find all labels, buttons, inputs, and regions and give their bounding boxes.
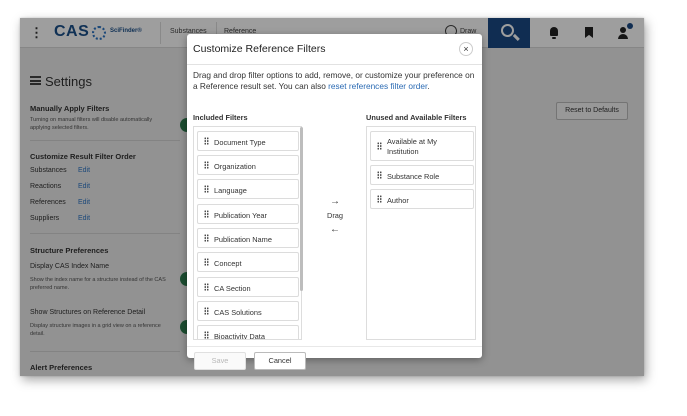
filter-item[interactable]: Language bbox=[197, 179, 299, 199]
filter-item[interactable]: Substance Role bbox=[370, 165, 474, 185]
filter-item[interactable]: Publication Name bbox=[197, 228, 299, 248]
drag-controls: → Drag ← bbox=[313, 196, 357, 236]
included-filters-list[interactable]: Document Type Organization Language Publ… bbox=[193, 126, 302, 340]
drag-handle-icon[interactable] bbox=[204, 307, 209, 315]
filter-item[interactable]: Available at My Institution bbox=[370, 131, 474, 161]
drag-handle-icon[interactable] bbox=[204, 185, 209, 193]
filter-item[interactable]: Author bbox=[370, 189, 474, 209]
app-window: ⋮ CAS SciFinder® Substances Reference Dr… bbox=[20, 18, 644, 376]
divider bbox=[187, 346, 482, 347]
reset-filter-order-link[interactable]: reset references filter order bbox=[328, 81, 427, 91]
drag-handle-icon[interactable] bbox=[204, 234, 209, 242]
cancel-button[interactable]: Cancel bbox=[254, 352, 306, 370]
drag-handle-icon[interactable] bbox=[204, 210, 209, 218]
included-list-scrollbar[interactable] bbox=[300, 127, 303, 291]
dialog-description: Drag and drop filter options to add, rem… bbox=[193, 70, 475, 91]
filter-item[interactable]: CAS Solutions bbox=[197, 301, 299, 321]
drag-handle-icon[interactable] bbox=[377, 195, 382, 203]
dialog-title: Customize Reference Filters bbox=[193, 43, 326, 55]
close-icon: × bbox=[463, 44, 469, 54]
customize-filters-dialog: Customize Reference Filters × Drag and d… bbox=[187, 34, 482, 370]
filter-item[interactable]: CA Section bbox=[197, 277, 299, 297]
close-button[interactable]: × bbox=[459, 42, 473, 56]
drag-handle-icon[interactable] bbox=[204, 283, 209, 291]
drag-handle-icon[interactable] bbox=[204, 331, 209, 339]
drag-handle-icon[interactable] bbox=[377, 142, 382, 150]
drag-label: Drag bbox=[326, 211, 344, 220]
drag-handle-icon[interactable] bbox=[204, 137, 209, 145]
included-filters-label: Included Filters bbox=[193, 113, 248, 122]
filter-item[interactable]: Document Type bbox=[197, 131, 299, 151]
save-button[interactable]: Save bbox=[194, 352, 246, 370]
filter-item[interactable]: Concept bbox=[197, 252, 299, 272]
arrow-right-icon: → bbox=[330, 196, 340, 207]
filter-item[interactable]: Organization bbox=[197, 155, 299, 175]
drag-handle-icon[interactable] bbox=[204, 161, 209, 169]
drag-handle-icon[interactable] bbox=[204, 258, 209, 266]
divider bbox=[187, 64, 482, 65]
filter-item[interactable]: Publication Year bbox=[197, 204, 299, 224]
drag-handle-icon[interactable] bbox=[377, 171, 382, 179]
arrow-left-icon: ← bbox=[330, 224, 340, 235]
filter-item[interactable]: Bioactivity Data bbox=[197, 325, 299, 339]
unused-filters-list[interactable]: Available at My Institution Substance Ro… bbox=[366, 126, 476, 340]
unused-filters-label: Unused and Available Filters bbox=[366, 113, 467, 122]
